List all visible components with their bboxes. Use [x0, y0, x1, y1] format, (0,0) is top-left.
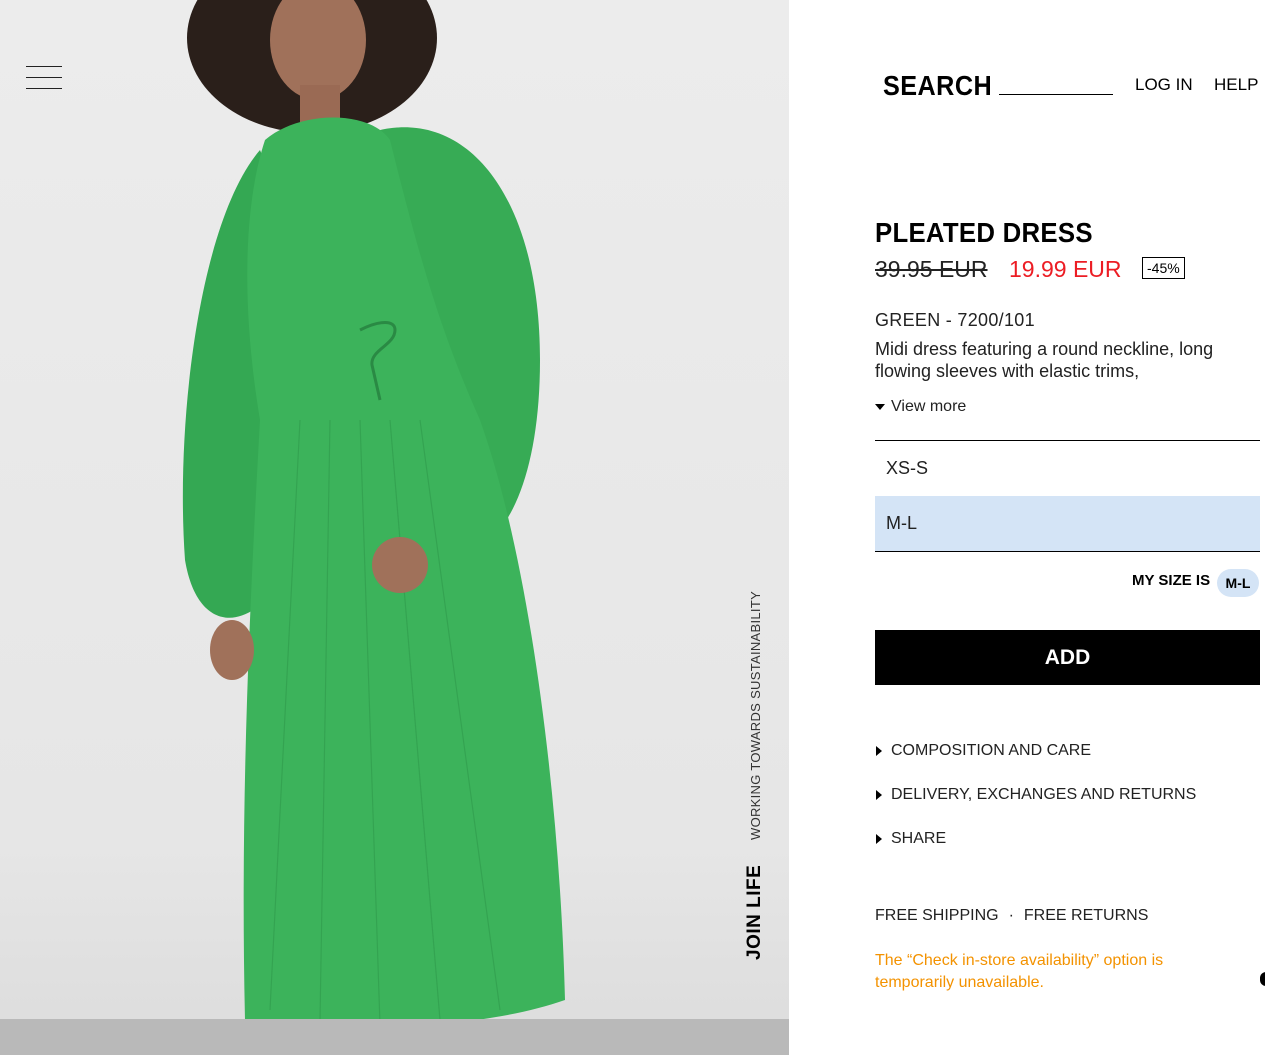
size-option-m-l[interactable]: M-L [875, 496, 1260, 551]
shipping-info: FREE SHIPPING · FREE RETURNS [875, 907, 1148, 925]
search-label[interactable]: SEARCH [883, 70, 992, 102]
login-link[interactable]: LOG IN [1135, 75, 1193, 95]
size-option-xs-s[interactable]: XS-S [875, 441, 1260, 496]
chat-tab-edge[interactable] [1260, 972, 1265, 986]
separator-dot: · [1008, 907, 1014, 924]
accordion-label: COMPOSITION AND CARE [891, 742, 1092, 759]
view-more-label: View more [891, 398, 967, 415]
search-input[interactable] [999, 70, 1113, 95]
availability-notice: The “Check in-store availability” option… [875, 952, 1164, 991]
join-life-label[interactable]: JOIN LIFE [744, 865, 766, 960]
add-to-cart-button[interactable]: ADD [875, 630, 1260, 685]
dress-model-illustration [182, 0, 565, 1029]
color-reference: GREEN - 7200/101 [875, 310, 1035, 330]
view-more-button[interactable]: View more [875, 398, 966, 416]
accordion-composition[interactable]: COMPOSITION AND CARE [876, 742, 1091, 760]
discount-badge: -45% [1142, 257, 1185, 279]
my-size-badge[interactable]: M-L [1217, 569, 1259, 597]
accordion-label: SHARE [891, 830, 947, 847]
caret-down-icon [875, 403, 885, 410]
sustainability-label[interactable]: WORKING TOWARDS SUSTAINABILITY [748, 591, 763, 840]
accordion-delivery[interactable]: DELIVERY, EXCHANGES AND RETURNS [876, 786, 1196, 804]
caret-right-icon [876, 789, 882, 800]
accordion-share[interactable]: SHARE [876, 830, 946, 848]
help-link[interactable]: HELP [1214, 75, 1258, 95]
caret-right-icon [876, 833, 882, 844]
product-title: PLEATED DRESS [875, 217, 1093, 248]
product-description: Midi dress featuring a round neckline, l… [875, 339, 1214, 381]
caret-right-icon [876, 745, 882, 756]
sale-price: 19.99 EUR [1009, 256, 1122, 282]
original-price: 39.95 EUR [875, 256, 988, 282]
free-returns-label: FREE RETURNS [1023, 907, 1149, 924]
hamburger-icon[interactable] [26, 66, 62, 90]
my-size-label: MY SIZE IS [1132, 572, 1211, 589]
accordion-label: DELIVERY, EXCHANGES AND RETURNS [891, 786, 1197, 803]
free-shipping-label: FREE SHIPPING [875, 907, 999, 924]
size-list: XS-S M-L [875, 440, 1260, 552]
floor [0, 1019, 789, 1055]
product-image[interactable] [0, 0, 789, 1055]
